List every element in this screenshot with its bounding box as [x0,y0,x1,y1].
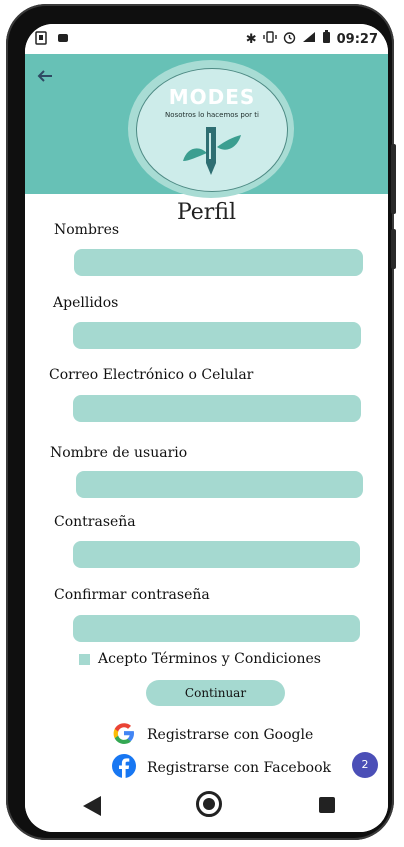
nombres-label: Nombres [54,222,120,238]
usb-icon [35,31,47,50]
terms-row[interactable]: Acepto Términos y Condiciones [79,651,321,667]
app-screen: ✱ 09:27 MODES Nosotros lo hacemos por ti… [25,24,388,832]
logo-badge: MODES Nosotros lo hacemos por ti [136,68,288,192]
nombres-field[interactable] [74,249,363,276]
continue-button[interactable]: Continuar [146,680,285,706]
usuario-label: Nombre de usuario [50,445,188,461]
vibrate-icon [262,31,277,48]
nav-back-icon[interactable] [83,796,101,816]
battery-icon [322,30,331,49]
terms-label: Acepto Términos y Condiciones [98,651,321,667]
apellidos-label: Apellidos [53,295,119,311]
bluetooth-icon: ✱ [245,31,257,47]
phone-volume-button [391,229,396,269]
terms-checkbox[interactable] [79,653,90,665]
confirm-field[interactable] [73,615,360,642]
password-field[interactable] [73,541,360,568]
google-signup-label: Registrarse con Google [147,727,314,743]
pencil-leaf-icon [179,123,245,183]
google-signup-button[interactable]: Registrarse con Google [111,720,313,750]
status-time: 09:27 [336,32,378,47]
status-bar: ✱ 09:27 [25,24,388,54]
facebook-icon [111,753,137,783]
notification-icon [57,32,69,49]
nav-recent-apps-icon[interactable] [319,797,335,813]
correo-field[interactable] [73,395,361,422]
app-logo: MODES Nosotros lo hacemos por ti [128,60,294,198]
usuario-field[interactable] [76,471,363,498]
logo-title: MODES [168,85,256,109]
facebook-signup-label: Registrarse con Facebook [147,760,332,776]
password-label: Contraseña [54,514,136,530]
signal-icon [302,31,316,48]
notification-badge[interactable]: 2 [352,752,378,778]
arrow-left-icon[interactable] [37,64,53,89]
nav-bar [25,782,388,832]
phone-frame: ✱ 09:27 MODES Nosotros lo hacemos por ti… [6,4,396,840]
alarm-icon [283,31,296,49]
confirm-label: Confirmar contraseña [54,587,210,603]
logo-subtitle: Nosotros lo hacemos por ti [165,111,259,119]
google-icon [111,720,137,750]
app-header: MODES Nosotros lo hacemos por ti [25,54,388,198]
phone-side-button [391,144,396,214]
correo-label: Correo Electrónico o Celular [49,367,254,383]
nav-home-dot [203,798,215,810]
apellidos-field[interactable] [73,322,361,349]
nav-home-icon[interactable] [196,791,222,817]
facebook-signup-button[interactable]: Registrarse con Facebook [111,753,331,783]
